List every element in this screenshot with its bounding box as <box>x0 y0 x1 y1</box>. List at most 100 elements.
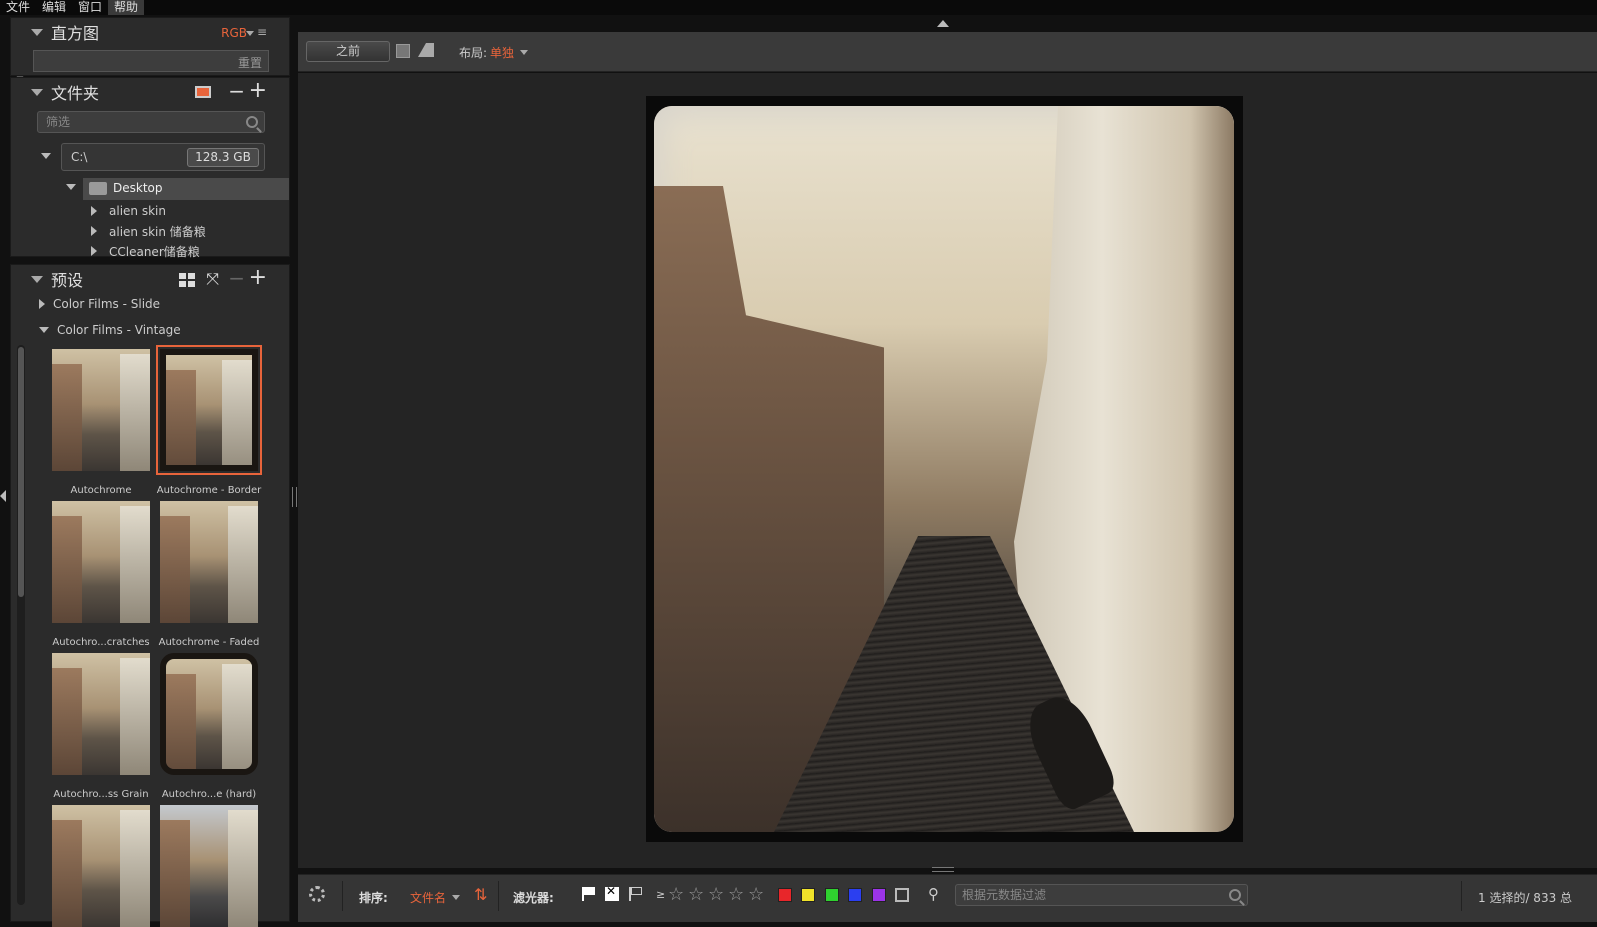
expand-triangle-icon[interactable] <box>41 153 51 159</box>
add-folder-button[interactable]: + <box>249 78 267 103</box>
remove-folder-button[interactable]: − <box>228 79 245 103</box>
add-preset-button[interactable]: + <box>249 265 267 290</box>
histogram-panel: 直方图 RGB ≡ 重置 <box>10 17 290 76</box>
layout-dropdown[interactable]: 单独 <box>490 44 514 61</box>
collapse-left-panel-icon[interactable] <box>0 490 6 502</box>
folders-panel: 文件夹 − + 筛选 C:\ 128.3 GB Desktop alien sk… <box>10 77 290 259</box>
drive-free-space: 128.3 GB <box>187 148 259 167</box>
folder-item[interactable]: CCleaner储备粮 <box>91 241 200 261</box>
flag-picked-icon[interactable] <box>582 887 596 901</box>
preset-thumbnail[interactable]: Autochrome <box>52 349 150 496</box>
expand-triangle-icon[interactable] <box>91 206 97 216</box>
star-icon[interactable]: ☆ <box>728 884 744 905</box>
eyedropper-icon[interactable]: ⚲ <box>928 885 939 903</box>
left-sidebar: 直方图 RGB ≡ 重置 文件夹 − + 筛选 C:\ 128.3 GB Des… <box>10 17 290 927</box>
collapse-all-icon[interactable]: ⤧ <box>206 269 219 289</box>
open-folder-icon[interactable] <box>195 86 211 98</box>
image-canvas[interactable] <box>298 73 1597 868</box>
main-photo[interactable] <box>646 96 1243 842</box>
preset-preview-image <box>52 805 150 927</box>
divider <box>1461 881 1462 911</box>
presets-scrollbar-thumb[interactable] <box>18 347 24 597</box>
drive-item[interactable]: C:\ 128.3 GB <box>61 143 265 171</box>
grid-view-icon[interactable] <box>179 273 195 287</box>
drive-label: C:\ <box>71 150 88 164</box>
preset-thumbnail[interactable] <box>160 805 258 927</box>
preset-thumbnail[interactable]: Autochro...cratches <box>52 501 150 648</box>
color-label-none[interactable] <box>895 888 909 902</box>
sort-order-icon[interactable]: ⇅ <box>474 885 487 904</box>
histogram-title: 直方图 <box>51 23 100 43</box>
bottom-splitter-handle[interactable] <box>932 867 954 872</box>
folder-label: alien skin <box>109 204 166 218</box>
preset-thumbnail[interactable] <box>52 805 150 927</box>
star-icon[interactable]: ☆ <box>708 884 724 905</box>
collapse-top-panel-icon[interactable] <box>937 20 949 27</box>
presets-scrollbar[interactable] <box>17 345 25 905</box>
remove-preset-button[interactable]: − <box>228 266 245 290</box>
expand-triangle-icon[interactable] <box>91 226 97 236</box>
preset-preview-image <box>160 349 258 471</box>
category-label: Color Films - Slide <box>53 297 161 311</box>
folder-label: Desktop <box>113 181 163 195</box>
folder-filter-input[interactable]: 筛选 <box>37 111 265 133</box>
rating-comparator[interactable]: ≥ <box>656 888 665 901</box>
metadata-filter-input[interactable]: 根据元数据过滤 <box>955 884 1248 906</box>
presets-header[interactable]: 预设 <box>11 265 289 292</box>
color-label-blue[interactable] <box>848 888 862 902</box>
folder-item-desktop[interactable]: Desktop <box>83 178 289 200</box>
layout-label: 布局: <box>459 46 488 60</box>
category-label: Color Films - Vintage <box>57 323 181 337</box>
star-icon[interactable]: ☆ <box>668 884 684 905</box>
folder-label: CCleaner储备粮 <box>109 244 200 259</box>
chevron-down-icon[interactable] <box>452 895 460 900</box>
menu-window[interactable]: 窗口 <box>72 0 108 15</box>
preset-category[interactable]: Color Films - Vintage <box>39 323 181 337</box>
menu-help[interactable]: 帮助 <box>108 0 145 15</box>
menu-file[interactable]: 文件 <box>0 0 36 15</box>
collapse-triangle-icon[interactable] <box>31 29 43 36</box>
preset-label: Autochro...e (hard) <box>161 789 257 800</box>
expand-triangle-icon[interactable] <box>66 184 76 190</box>
menu-edit[interactable]: 编辑 <box>36 0 72 15</box>
divider <box>342 881 343 911</box>
flag-unflagged-icon[interactable] <box>629 887 643 901</box>
chevron-down-icon[interactable] <box>520 50 528 55</box>
collapse-triangle-icon[interactable] <box>31 276 43 283</box>
expand-triangle-icon[interactable] <box>91 246 97 256</box>
preset-thumbnail[interactable]: Autochrome - Faded <box>159 501 259 648</box>
color-label-purple[interactable] <box>872 888 886 902</box>
folder-item[interactable]: alien skin 储备粮 <box>91 221 206 241</box>
folders-header[interactable]: 文件夹 <box>11 78 289 105</box>
preset-preview-image <box>160 805 258 927</box>
color-label-green[interactable] <box>825 888 839 902</box>
expand-triangle-icon[interactable] <box>39 299 45 309</box>
preset-preview-image <box>52 501 150 623</box>
collapse-triangle-icon[interactable] <box>39 327 49 333</box>
divider <box>498 881 499 911</box>
flag-rejected-icon[interactable] <box>605 884 619 901</box>
preset-category[interactable]: Color Films - Slide <box>39 297 160 311</box>
selection-status: 1 选择的/ 833 总 <box>1478 891 1573 905</box>
gear-icon[interactable] <box>309 886 325 902</box>
single-view-icon[interactable] <box>396 44 410 58</box>
star-icon[interactable]: ☆ <box>748 884 764 905</box>
before-button[interactable]: 之前 <box>306 41 390 62</box>
split-view-icon[interactable] <box>418 43 434 57</box>
preset-thumbnail[interactable]: Autochro...ss Grain <box>52 653 150 800</box>
color-label-yellow[interactable] <box>801 888 815 902</box>
preset-thumbnail[interactable]: Autochro...e (hard) <box>160 653 258 800</box>
star-icon[interactable]: ☆ <box>688 884 704 905</box>
filter-label: 滤光器: <box>513 891 554 905</box>
color-label-red[interactable] <box>778 888 792 902</box>
sort-dropdown[interactable]: 文件名 <box>410 889 446 906</box>
chevron-down-icon[interactable] <box>246 31 254 36</box>
histogram-reset-button[interactable]: 重置 <box>238 54 262 71</box>
histogram-channel-dropdown[interactable]: RGB <box>221 26 247 40</box>
hamburger-menu-icon[interactable]: ≡ <box>257 25 267 39</box>
preset-thumbnail-selected[interactable]: Autochrome - Border <box>156 345 262 496</box>
preset-preview-image <box>160 653 258 775</box>
folder-item[interactable]: alien skin <box>91 201 166 221</box>
panel-splitter-handle[interactable] <box>292 487 297 507</box>
collapse-triangle-icon[interactable] <box>31 89 43 96</box>
